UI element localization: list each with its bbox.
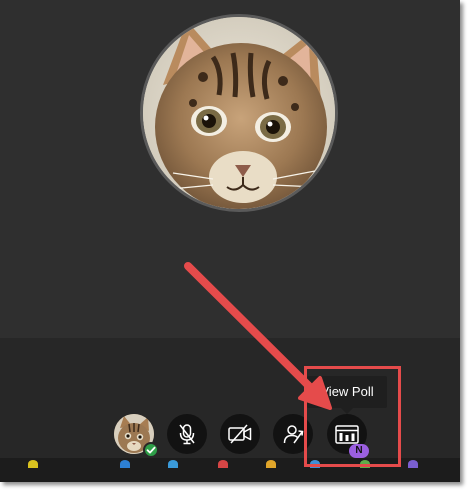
microphone-toggle-button[interactable] [167,414,207,454]
taskbar-icon[interactable] [168,460,178,468]
taskbar-icon[interactable] [28,460,38,468]
available-status-badge [143,442,159,458]
meeting-window: N View Poll [0,0,460,482]
video-stage [0,0,460,338]
highlight-box [304,366,401,467]
taskbar-icon[interactable] [408,460,418,468]
taskbar-icon[interactable] [120,460,130,468]
camera-off-icon [228,424,252,444]
camera-toggle-button[interactable] [220,414,260,454]
taskbar-icon[interactable] [218,460,228,468]
share-content-icon [283,425,304,444]
check-icon [146,446,156,454]
taskbar-icon[interactable] [266,460,276,468]
microphone-muted-icon [179,424,195,445]
cat-avatar-image [143,17,335,209]
participant-video-avatar [140,14,338,212]
